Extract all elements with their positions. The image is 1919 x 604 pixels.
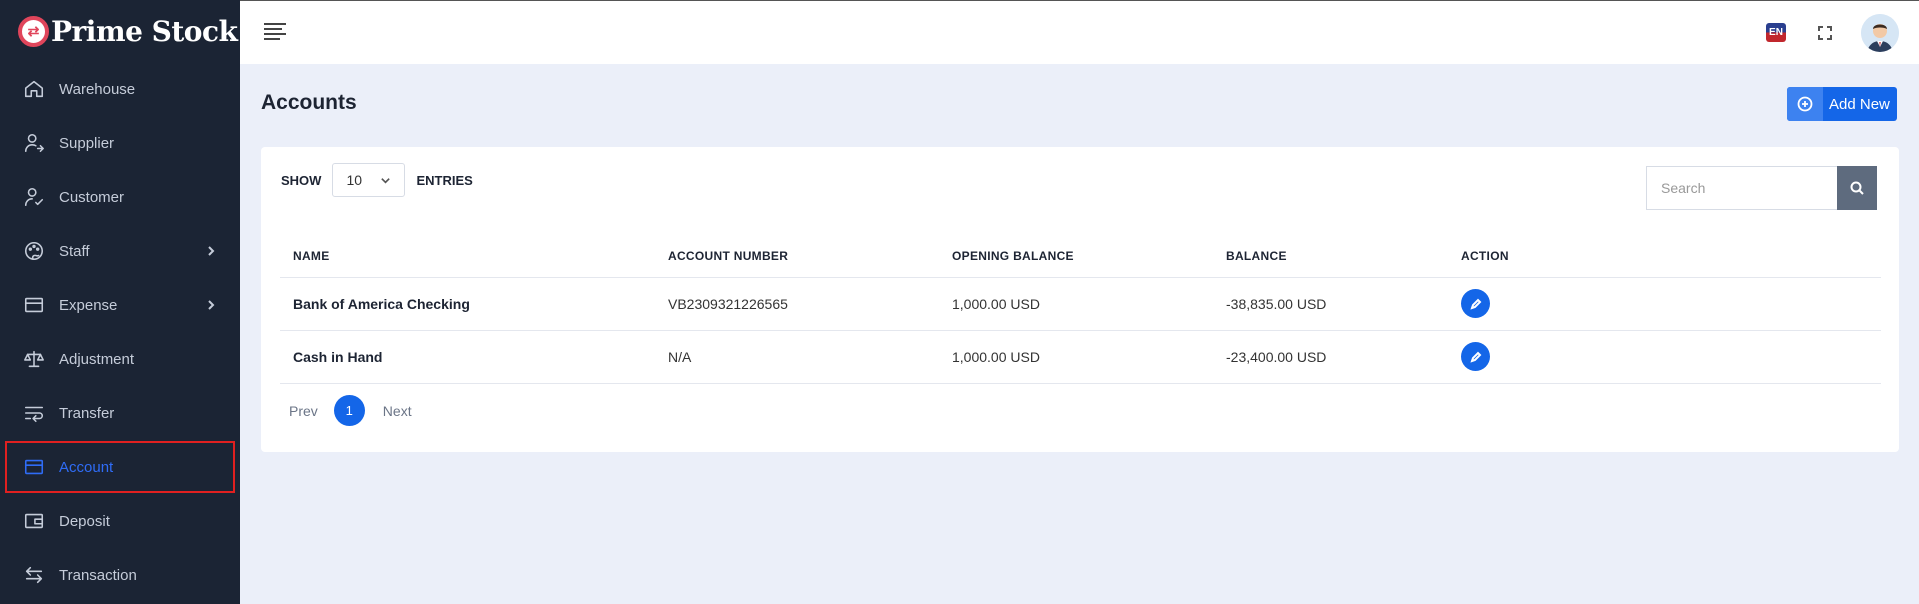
sidebar-item-label: Deposit	[59, 512, 110, 530]
avatar[interactable]	[1861, 14, 1899, 52]
show-label: SHOW	[281, 172, 322, 188]
menu-toggle-icon[interactable]	[264, 23, 286, 41]
account-number: N/A	[655, 330, 939, 384]
chevron-right-icon	[205, 298, 217, 310]
entries-select[interactable]: 10	[332, 163, 406, 197]
action-cell	[1448, 330, 1881, 384]
brand-logo-icon: ⇄	[18, 15, 49, 47]
chevron-down-icon	[381, 177, 391, 184]
top-header: EN	[240, 0, 1919, 64]
balance: -38,835.00 USD	[1213, 277, 1448, 331]
balance: -23,400.00 USD	[1213, 330, 1448, 384]
opening-balance: 1,000.00 USD	[939, 277, 1213, 331]
account-name: Cash in Hand	[280, 330, 655, 384]
sidebar-item-label: Warehouse	[59, 80, 136, 98]
sidebar-nav: Warehouse Supplier Customer Staff Expens…	[0, 62, 240, 602]
account-number: VB2309321226565	[655, 277, 939, 331]
sidebar-item-deposit[interactable]: Deposit	[0, 494, 240, 548]
action-cell	[1448, 277, 1881, 331]
sidebar-item-transfer[interactable]: Transfer	[0, 386, 240, 440]
sidebar: ⇄ Prime Stock Warehouse Supplier Custome…	[0, 0, 240, 604]
sidebar-item-label: Transaction	[59, 566, 137, 584]
sidebar-item-label: Expense	[59, 296, 118, 314]
sidebar-item-staff[interactable]: Staff	[0, 224, 240, 278]
column-header-name[interactable]: NAME	[280, 235, 655, 278]
pagination: Prev 1 Next	[289, 395, 412, 426]
sidebar-item-account[interactable]: Account	[4, 440, 236, 494]
next-page-link[interactable]: Next	[383, 403, 412, 419]
search-button[interactable]	[1837, 166, 1877, 210]
chevron-right-icon	[205, 244, 217, 256]
language-flag-icon[interactable]: EN	[1766, 23, 1786, 42]
plus-circle-icon	[1787, 87, 1823, 121]
sidebar-item-label: Adjustment	[59, 350, 135, 368]
table-row: Cash in Hand N/A 1,000.00 USD -23,400.00…	[280, 330, 1881, 384]
column-header-account-number[interactable]: ACCOUNT NUMBER	[655, 235, 939, 278]
accounts-table: NAME ACCOUNT NUMBER OPENING BALANCE BALA…	[280, 235, 1881, 384]
sidebar-item-warehouse[interactable]: Warehouse	[0, 62, 240, 116]
user-check-icon	[23, 186, 45, 208]
sidebar-item-label: Staff	[59, 242, 90, 260]
swap-icon	[23, 564, 45, 586]
palette-icon	[23, 240, 45, 262]
accounts-card: SHOW 10 ENTRIES NAME ACCOUNT NUMBER OPEN…	[261, 147, 1899, 452]
column-header-action: ACTION	[1448, 235, 1881, 278]
add-new-label: Add New	[1829, 95, 1890, 113]
page-title: Accounts	[261, 91, 357, 114]
brand[interactable]: ⇄ Prime Stock	[0, 0, 240, 62]
pencil-icon	[1469, 298, 1481, 310]
page-1-button[interactable]: 1	[333, 395, 365, 426]
sidebar-item-label: Customer	[59, 188, 125, 206]
search-icon	[1850, 181, 1864, 195]
table-row: Bank of America Checking VB2309321226565…	[280, 277, 1881, 331]
sidebar-item-adjustment[interactable]: Adjustment	[0, 332, 240, 386]
wallet-icon	[23, 510, 45, 532]
brand-name: Prime Stock	[51, 14, 238, 48]
sidebar-item-label: Transfer	[59, 404, 115, 422]
entries-control: SHOW 10 ENTRIES	[281, 163, 473, 197]
add-new-button[interactable]: Add New	[1787, 87, 1897, 121]
edit-button[interactable]	[1461, 289, 1490, 318]
prev-page-link[interactable]: Prev	[289, 403, 318, 419]
wrap-arrow-icon	[23, 402, 45, 424]
pencil-icon	[1469, 351, 1481, 363]
scale-icon	[23, 348, 45, 370]
card-icon	[23, 456, 45, 478]
user-arrow-icon	[23, 132, 45, 154]
entries-value: 10	[346, 172, 363, 188]
search-input[interactable]	[1646, 166, 1837, 210]
sidebar-item-supplier[interactable]: Supplier	[0, 116, 240, 170]
fullscreen-icon[interactable]	[1818, 26, 1832, 40]
entries-label: ENTRIES	[416, 172, 473, 188]
home-icon	[23, 78, 45, 100]
sidebar-item-transaction[interactable]: Transaction	[0, 548, 240, 602]
column-header-balance[interactable]: BALANCE	[1213, 235, 1448, 278]
edit-button[interactable]	[1461, 342, 1490, 371]
card-icon	[23, 294, 45, 316]
account-name: Bank of America Checking	[280, 277, 655, 331]
sidebar-item-label: Account	[59, 458, 114, 476]
sidebar-item-label: Supplier	[59, 134, 115, 152]
sidebar-item-customer[interactable]: Customer	[0, 170, 240, 224]
search-group	[1646, 166, 1877, 210]
opening-balance: 1,000.00 USD	[939, 330, 1213, 384]
table-header-row: NAME ACCOUNT NUMBER OPENING BALANCE BALA…	[280, 235, 1881, 278]
column-header-opening-balance[interactable]: OPENING BALANCE	[939, 235, 1213, 278]
sidebar-item-expense[interactable]: Expense	[0, 278, 240, 332]
